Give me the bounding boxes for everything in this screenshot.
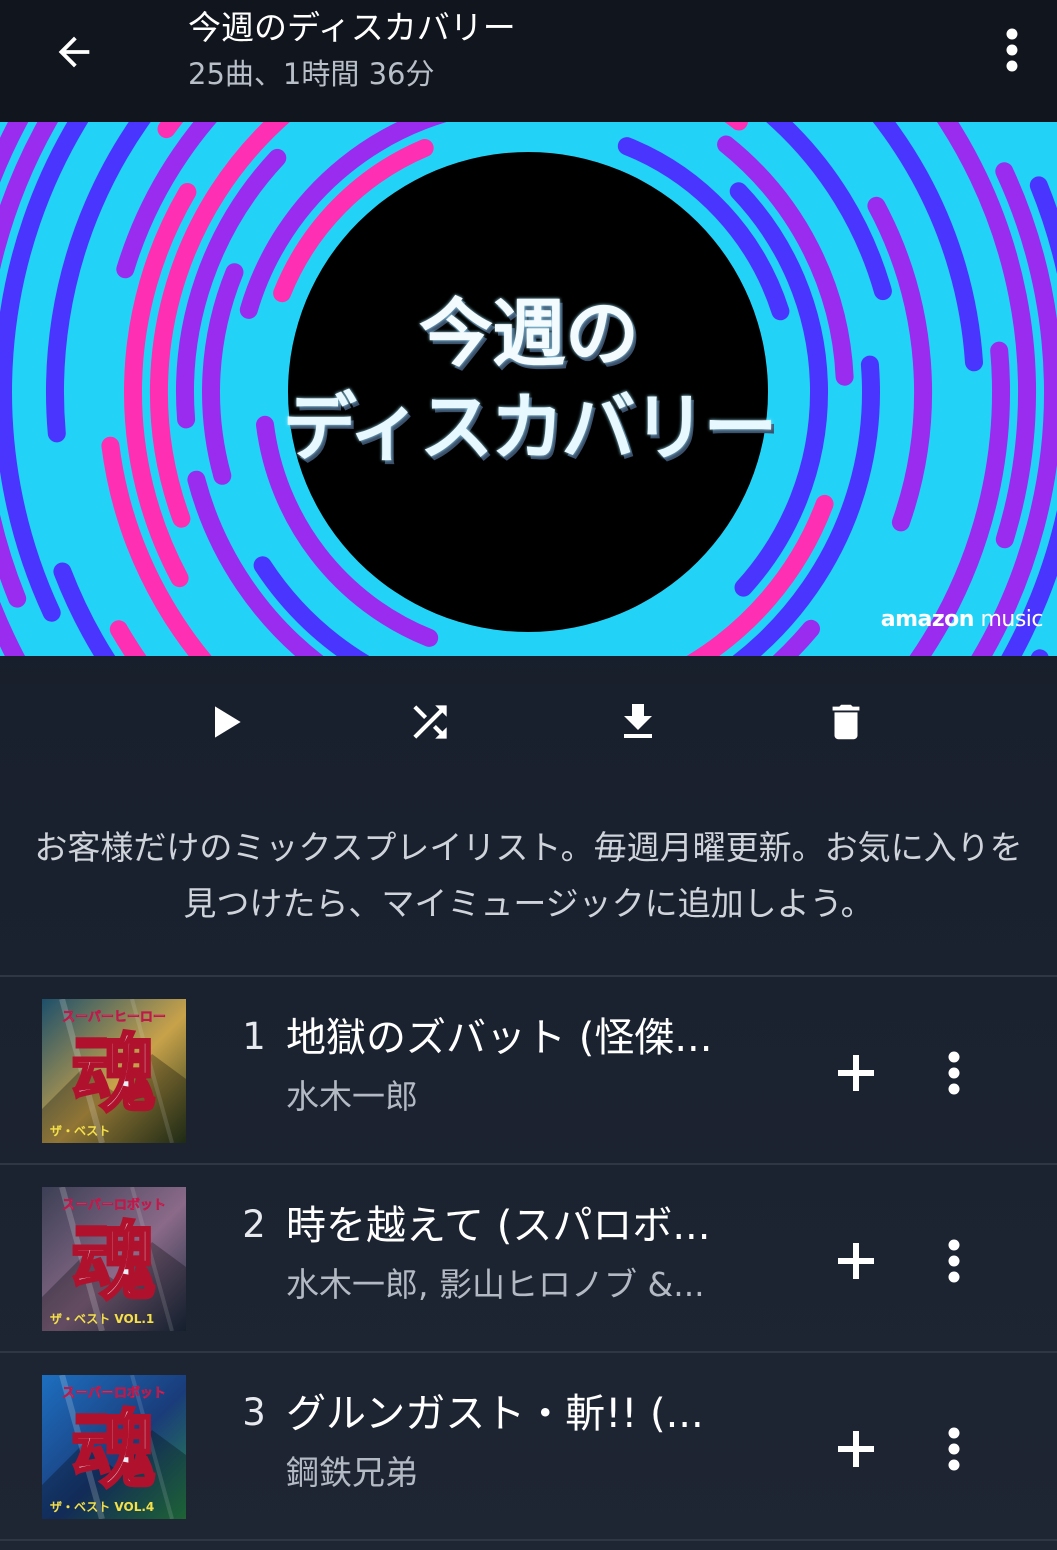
track-artist: 水木一郎, 影山ヒロノブ &... [286,1265,705,1304]
album-art-subtitle: ザ・ベスト VOL.1 [50,1312,154,1326]
trash-icon [832,704,860,740]
track-artist: 水木一郎 [286,1077,418,1116]
album-art-image: スーパーヒーロー魂ザ・ベスト [42,999,186,1143]
album-art-image: スーパーロボット魂ザ・ベスト VOL.4 [42,1375,186,1519]
shuffle-button[interactable] [394,686,466,758]
download-button[interactable] [602,686,674,758]
track-more-button[interactable] [930,1419,978,1479]
album-art-series-label: スーパーロボット [62,1385,166,1401]
plus-icon [838,1243,874,1279]
track-title: 時を越えて (スパロボ... [286,1203,711,1249]
add-track-button[interactable] [826,1419,886,1479]
track-number: 3 [242,1391,266,1434]
album-art-subtitle: ザ・ベスト VOL.4 [50,1500,154,1514]
add-track-button[interactable] [826,1043,886,1103]
track-number: 2 [242,1203,266,1246]
playlist-summary: 25曲、1時間 36分 [188,57,435,91]
track-artist: 鋼鉄兄弟 [286,1453,418,1492]
playlist-description: お客様だけのミックスプレイリスト。毎週月曜更新。お気に入りを見つけたら、マイミュ… [34,828,1023,923]
album-art: スーパーヒーロー魂ザ・ベスト [42,999,186,1143]
header-titles: 今週のディスカバリー 25曲、1時間 36分 [188,8,516,94]
playlist-artwork: 今週の ディスカバリー amazon music [0,122,1057,656]
album-art-image: スーパーロボット魂ザ・ベスト VOL.1 [42,1187,186,1331]
album-art-series-label: スーパーロボット [62,1197,166,1213]
album-art-kanji: 魂 [72,1401,156,1499]
arrow-left-icon [58,36,90,68]
brand-word-amazon: amazon [880,607,975,632]
album-art: スーパーロボット魂ザ・ベスト VOL.4 [42,1375,186,1519]
more-vertical-icon [948,1239,960,1283]
artwork-rings [0,122,1057,656]
more-vertical-icon [948,1051,960,1095]
album-art-kanji: 魂 [72,1025,156,1123]
track-number: 1 [242,1015,266,1058]
delete-button[interactable] [810,686,882,758]
album-art-series-label: スーパーヒーロー [62,1010,166,1025]
track-more-button[interactable] [930,1043,978,1103]
app-bar: 今週のディスカバリー 25曲、1時間 36分 [0,0,1057,122]
brand-word-music: music [973,607,1043,632]
amazon-music-logo: amazon music [880,607,1044,632]
more-vertical-icon [948,1427,960,1471]
shuffle-icon [413,705,447,739]
divider [0,1539,1057,1541]
track-title: 地獄のズバット (怪傑... [286,1015,713,1061]
download-icon [624,704,652,738]
more-vertical-icon [1006,28,1018,72]
album-art: スーパーロボット魂ザ・ベスト VOL.1 [42,1187,186,1331]
play-button[interactable] [190,686,262,758]
plus-icon [838,1055,874,1091]
playlist-screen: 今週のディスカバリー 25曲、1時間 36分 今週の ディスカバリー amazo… [0,0,1057,1550]
add-track-button[interactable] [826,1231,886,1291]
track-row[interactable]: スーパーヒーロー魂ザ・ベスト 1 地獄のズバット (怪傑... 水木一郎 [0,977,1057,1163]
track-more-button[interactable] [930,1231,978,1291]
album-art-subtitle: ザ・ベスト [50,1124,110,1138]
plus-icon [838,1431,874,1467]
track-row[interactable]: スーパーロボット魂ザ・ベスト VOL.1 2 時を越えて (スパロボ... 水木… [0,1165,1057,1351]
page-title: 今週のディスカバリー [188,8,516,47]
back-button[interactable] [40,18,108,86]
track-row[interactable]: スーパーロボット魂ザ・ベスト VOL.4 3 グルンガスト・斬!! (... 鋼… [0,1353,1057,1539]
play-icon [215,706,241,738]
album-art-kanji: 魂 [72,1213,156,1311]
more-options-button[interactable] [988,22,1036,78]
track-title: グルンガスト・斬!! (... [286,1391,704,1437]
playlist-actions [0,656,1057,786]
